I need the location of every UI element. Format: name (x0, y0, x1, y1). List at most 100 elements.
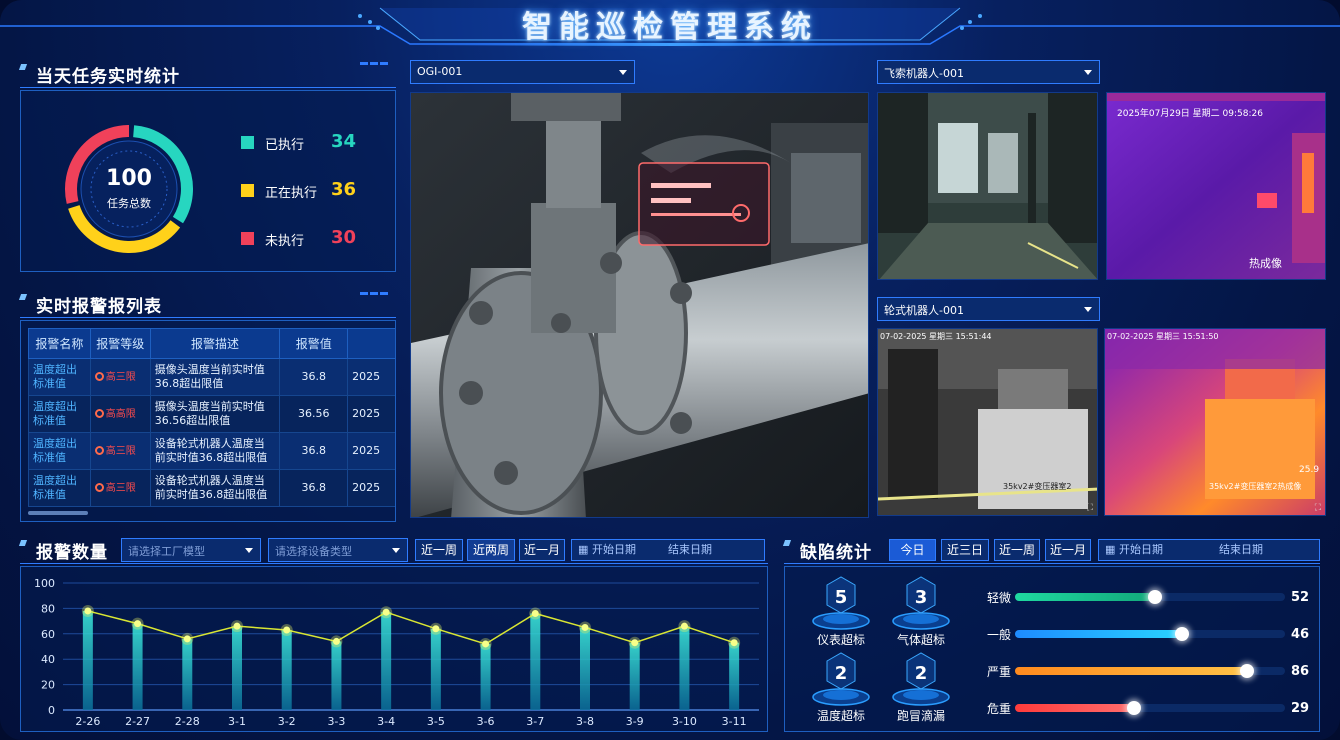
severity-label: 轻微 (987, 591, 1012, 605)
robot-b-right-timestamp: 07-02-2025 星期三 15:51:50 (1107, 332, 1219, 341)
main-camera-select[interactable]: OGI-001 (410, 60, 635, 84)
data-point[interactable] (233, 622, 241, 630)
stats-panel: 100 任务总数 已执行 34 正在执行 36 未执行 30 (20, 90, 396, 272)
alarm-time: 2025 (347, 432, 395, 470)
stats-legend-item: 已执行 34 (241, 131, 391, 155)
bar[interactable] (381, 612, 392, 710)
main-video-feed[interactable] (410, 92, 869, 518)
robot-a-select[interactable]: 飞索机器人-001 (877, 60, 1100, 84)
fullscreen-icon[interactable]: ⛶ (1087, 503, 1093, 513)
bar[interactable] (132, 623, 143, 710)
bar[interactable] (729, 642, 740, 710)
y-tick-label: 0 (48, 704, 55, 717)
device-type-select[interactable]: 请选择设备类型 (268, 538, 408, 562)
robot-a-thermal-caption: 热成像 (1249, 257, 1282, 270)
alarm-desc: 设备轮式机器人温度当前实时值36.8超出限值 (149, 432, 281, 470)
data-point[interactable] (432, 625, 440, 633)
bar[interactable] (480, 643, 491, 710)
task-total-label: 任务总数 (107, 196, 151, 210)
data-point[interactable] (581, 623, 589, 631)
defect-date-range[interactable]: ▦ 开始日期 结束日期 (1098, 539, 1320, 561)
bar[interactable] (182, 638, 193, 710)
alarm-range-two-weeks-button[interactable]: 近两周 (467, 539, 515, 561)
defect-pedestal[interactable]: 2 温度超标 (809, 651, 873, 723)
severity-knob[interactable] (1240, 664, 1254, 678)
data-point[interactable] (482, 640, 490, 648)
data-point[interactable] (680, 622, 688, 630)
alarm-date-range[interactable]: ▦ 开始日期 结束日期 (571, 539, 765, 561)
severity-knob[interactable] (1175, 627, 1189, 641)
robot-b-visible-feed[interactable]: 07-02-2025 星期三 15:51:44 35kv2#变压器室2 ⛶ (877, 328, 1098, 516)
defect-pedestal[interactable]: 3 气体超标 (889, 575, 953, 647)
table-scrollbar[interactable] (28, 511, 88, 515)
defect-panel: 5 仪表超标 3 气体超标 2 温度超标 2 跑冒滴漏 轻微 52 一般 46 严重 … (784, 566, 1320, 732)
data-point[interactable] (382, 608, 390, 616)
bar[interactable] (679, 626, 690, 710)
severity-value: 29 (1291, 701, 1310, 716)
data-point[interactable] (531, 609, 539, 617)
bar[interactable] (580, 627, 590, 710)
defect-range-three-days-button[interactable]: 近三日 (941, 539, 989, 561)
data-point[interactable] (631, 639, 639, 647)
robot-b-left-caption: 35kv2#变压器室2 (1003, 482, 1072, 491)
x-tick-label: 3-11 (722, 715, 747, 728)
severity-track (1015, 627, 1285, 641)
severity-knob[interactable] (1127, 701, 1141, 715)
task-total-value: 100 (106, 166, 152, 191)
alarm-value: 36.56 (279, 395, 349, 433)
legend-label: 未执行 (265, 234, 305, 249)
col-alarm-name[interactable]: 报警名称 (28, 328, 91, 359)
defect-pedestal[interactable]: 5 仪表超标 (809, 575, 873, 647)
table-row[interactable]: 温度超出标准值 高三限 设备轮式机器人温度当前实时值36.8超出限值 36.8 … (28, 469, 395, 507)
defect-range-week-button[interactable]: 近一周 (994, 539, 1040, 561)
main-camera-select-value: OGI-001 (417, 65, 463, 78)
table-row[interactable]: 温度超出标准值 高三限 摄像头温度当前实时值36.8超出限值 36.8 2025 (28, 358, 395, 396)
data-point[interactable] (283, 626, 291, 634)
y-tick-label: 20 (41, 679, 55, 692)
alarm-level-icon (94, 408, 104, 418)
y-tick-label: 80 (41, 602, 55, 615)
severity-knob[interactable] (1148, 590, 1162, 604)
fullscreen-icon[interactable]: ⛶ (1315, 503, 1321, 513)
defect-label: 温度超标 (816, 709, 865, 723)
data-point[interactable] (134, 620, 142, 628)
device-type-placeholder: 请选择设备类型 (275, 545, 352, 558)
data-point[interactable] (84, 607, 92, 615)
alarm-start-date: 开始日期 (592, 543, 636, 556)
data-point[interactable] (730, 639, 738, 647)
severity-track (1015, 590, 1285, 604)
defect-pedestal[interactable]: 2 跑冒滴漏 (889, 651, 953, 723)
alarm-range-month-button[interactable]: 近一月 (519, 539, 565, 561)
severity-value: 52 (1291, 590, 1310, 605)
bar[interactable] (430, 628, 441, 710)
table-row[interactable]: 温度超出标准值 高三限 设备轮式机器人温度当前实时值36.8超出限值 36.8 … (28, 432, 395, 470)
robot-a-thermal-feed[interactable]: 2025年07月29日 星期二 09:58:26 热成像 (1106, 92, 1326, 280)
factory-model-select[interactable]: 请选择工厂模型 (121, 538, 261, 562)
col-alarm-time[interactable] (347, 328, 395, 359)
col-alarm-level[interactable]: 报警等级 (89, 328, 151, 359)
bar[interactable] (82, 610, 93, 710)
robot-a-visible-feed[interactable] (877, 92, 1098, 280)
data-point[interactable] (183, 635, 191, 643)
stats-header: 当天任务实时统计 (18, 60, 396, 88)
bar[interactable] (629, 642, 640, 710)
severity-fill (1015, 593, 1155, 601)
defect-range-today-button[interactable]: 今日 (889, 539, 936, 561)
col-alarm-desc[interactable]: 报警描述 (149, 328, 281, 359)
data-point[interactable] (332, 637, 340, 645)
severity-track (1015, 664, 1285, 678)
defect-label: 气体超标 (896, 633, 945, 647)
bar[interactable] (281, 629, 292, 710)
bar[interactable] (530, 613, 541, 710)
alarm-level-icon (94, 445, 104, 455)
bar[interactable] (232, 626, 242, 710)
robot-b-left-timestamp: 07-02-2025 星期三 15:51:44 (880, 332, 992, 341)
bar[interactable] (331, 641, 342, 710)
robot-b-select[interactable]: 轮式机器人-001 (877, 297, 1100, 321)
calendar-icon: ▦ (578, 543, 589, 556)
alarm-range-week-button[interactable]: 近一周 (415, 539, 463, 561)
robot-b-thermal-feed[interactable]: 07-02-2025 星期三 15:51:50 25.9 35kv2#变压器室2… (1104, 328, 1326, 516)
col-alarm-value[interactable]: 报警值 (279, 328, 349, 359)
defect-range-month-button[interactable]: 近一月 (1045, 539, 1091, 561)
table-row[interactable]: 温度超出标准值 高高限 摄像头温度当前实时值36.56超出限值 36.56 20… (28, 395, 395, 433)
